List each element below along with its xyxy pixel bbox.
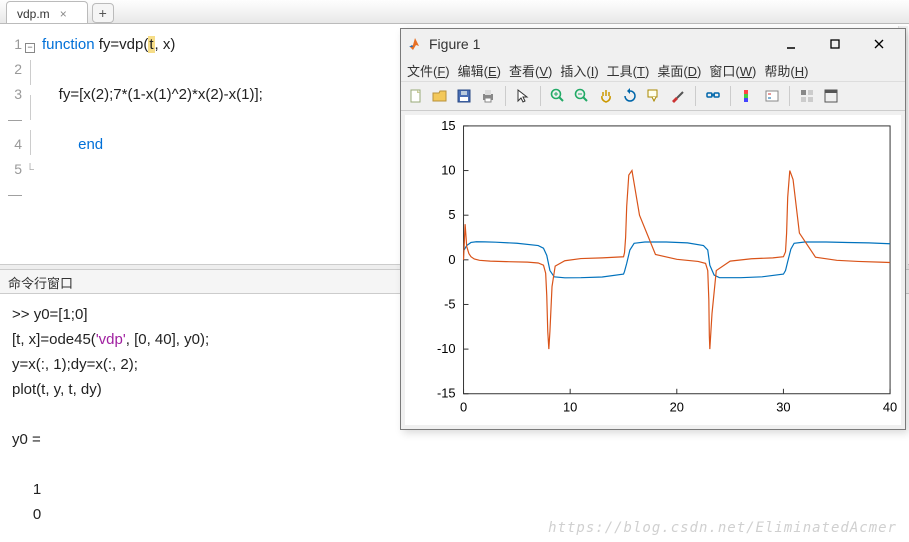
svg-text:30: 30: [776, 400, 790, 415]
new-tab-button[interactable]: +: [92, 3, 114, 23]
save-icon[interactable]: [453, 85, 475, 107]
svg-text:40: 40: [883, 400, 897, 415]
rotate-icon[interactable]: [619, 85, 641, 107]
figure-toolbar: [401, 81, 905, 111]
svg-text:5: 5: [448, 207, 455, 222]
zoom-out-icon[interactable]: [571, 85, 593, 107]
mod-dash: —: [8, 186, 22, 202]
line-number: 3: [14, 86, 22, 102]
close-button[interactable]: [857, 30, 901, 58]
figure-window: Figure 1 文件(F) 编辑(E) 查看(V) 插入(I) 工具(T) 桌面(D) 窗…: [400, 28, 906, 430]
svg-text:-10: -10: [437, 341, 456, 356]
fold-minus-icon[interactable]: −: [25, 43, 35, 53]
axes-svg: 0 10 20 30 40 -15 -10 -5 0 5 10 15: [406, 116, 900, 425]
tab-label: vdp.m: [17, 7, 50, 21]
menu-item[interactable]: 帮助(H): [764, 61, 808, 80]
link-icon[interactable]: [702, 85, 724, 107]
svg-text:10: 10: [441, 163, 455, 178]
open-icon[interactable]: [429, 85, 451, 107]
cmd-text: 0: [12, 506, 41, 523]
toolbar-separator: [505, 86, 506, 106]
prompt: >>: [12, 306, 30, 323]
toolbar-separator: [789, 86, 790, 106]
string-literal: 'vdp': [96, 331, 126, 348]
colorbar-icon[interactable]: [737, 85, 759, 107]
svg-text:-5: -5: [444, 296, 455, 311]
editor-tab-bar: vdp.m × +: [0, 0, 909, 24]
line-number: 2: [0, 57, 22, 82]
minimize-button[interactable]: [769, 30, 813, 58]
cmd-text: , [0, 40], y0);: [126, 331, 209, 348]
matlab-logo-icon: [407, 36, 423, 52]
svg-text:15: 15: [441, 118, 455, 133]
svg-text:20: 20: [670, 400, 684, 415]
tab-vdp[interactable]: vdp.m ×: [6, 1, 88, 23]
toolbar-separator: [540, 86, 541, 106]
pan-icon[interactable]: [595, 85, 617, 107]
figure-menubar: 文件(F) 编辑(E) 查看(V) 插入(I) 工具(T) 桌面(D) 窗口(W) 帮助(H): [401, 59, 905, 81]
cmd-text: plot(t, y, t, dy): [12, 381, 102, 398]
cmd-text: 1: [12, 481, 41, 498]
mod-dash: —: [8, 111, 22, 127]
keyword: function: [42, 36, 95, 53]
svg-text:-15: -15: [437, 386, 456, 401]
fold-gutter: − └: [22, 24, 38, 264]
datatip-icon[interactable]: [643, 85, 665, 107]
new-icon[interactable]: [405, 85, 427, 107]
pointer-icon[interactable]: [512, 85, 534, 107]
menu-item[interactable]: 文件(F): [407, 61, 450, 80]
svg-text:10: 10: [563, 400, 577, 415]
cmd-text: y0 =: [12, 431, 41, 448]
svg-text:0: 0: [460, 400, 467, 415]
line-number-gutter: 1 2 3 — 4 5 —: [0, 24, 22, 264]
toolbar-separator: [730, 86, 731, 106]
close-tab-icon[interactable]: ×: [60, 7, 67, 21]
line-number: 5: [14, 161, 22, 177]
print-icon[interactable]: [477, 85, 499, 107]
watermark: https://blog.csdn.net/EliminatedAcmer: [548, 520, 897, 536]
code-text: , x): [155, 36, 176, 53]
svg-text:0: 0: [448, 252, 455, 267]
plot-area[interactable]: 0 10 20 30 40 -15 -10 -5 0 5 10 15: [405, 115, 901, 425]
cmd-text: y=x(:, 1);dy=x(:, 2);: [12, 356, 138, 373]
menu-item[interactable]: 编辑(E): [458, 61, 501, 80]
maximize-button[interactable]: [813, 30, 857, 58]
menu-item[interactable]: 查看(V): [509, 61, 552, 80]
zoom-in-icon[interactable]: [547, 85, 569, 107]
figure-titlebar[interactable]: Figure 1: [401, 29, 905, 59]
keyword: end: [78, 136, 103, 153]
code-text: fy=[x(2);7*(1-x(1)^2)*x(2)-x(1)];: [42, 86, 263, 103]
menu-item[interactable]: 工具(T): [607, 61, 650, 80]
line-number: 4: [0, 132, 22, 157]
cmd-text: y0=[1;0]: [30, 306, 88, 323]
fold-line-icon: [30, 130, 31, 155]
line-number: 1: [0, 32, 22, 57]
menu-item[interactable]: 插入(I): [560, 61, 598, 80]
toolbar-separator: [695, 86, 696, 106]
code-text: fy=vdp(: [95, 36, 149, 53]
fold-line-icon: [30, 60, 31, 85]
dock-icon[interactable]: [820, 85, 842, 107]
legend-icon[interactable]: [761, 85, 783, 107]
menu-item[interactable]: 桌面(D): [657, 61, 701, 80]
brush-icon[interactable]: [667, 85, 689, 107]
subplot-icon[interactable]: [796, 85, 818, 107]
cmd-text: [t, x]=ode45(: [12, 331, 96, 348]
fold-line-icon: [30, 95, 31, 120]
figure-title: Figure 1: [429, 36, 769, 52]
menu-item[interactable]: 窗口(W): [709, 61, 756, 80]
